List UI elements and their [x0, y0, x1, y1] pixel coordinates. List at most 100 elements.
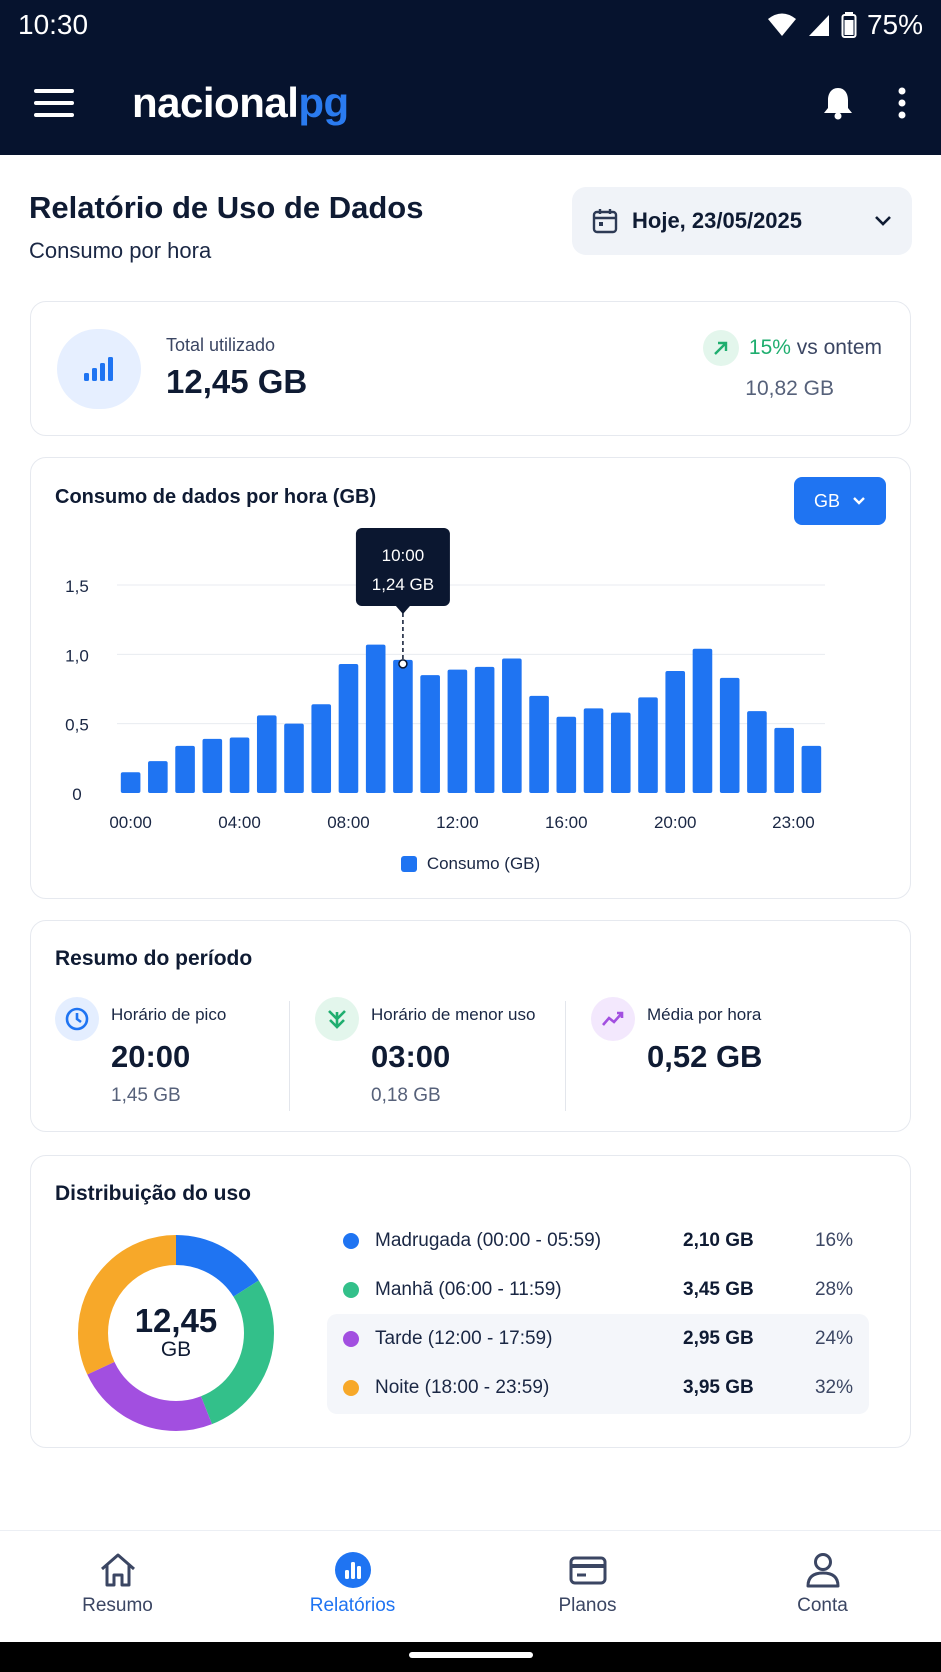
more-vert-icon[interactable]: [897, 87, 907, 119]
period-summary-card: Resumo do período Horário de pico 20:00 …: [30, 920, 911, 1132]
chart-bar[interactable]: [747, 711, 767, 793]
chart-bar[interactable]: [665, 670, 686, 793]
home-gesture-handle[interactable]: [409, 1652, 533, 1658]
period-percent: 32%: [814, 1376, 853, 1398]
low-hour-value: 03:00: [371, 1039, 451, 1074]
y-tick-label: 0: [72, 785, 81, 804]
chart-tooltip: [355, 528, 450, 606]
chart-bar[interactable]: [638, 697, 658, 793]
period-percent: 16%: [814, 1229, 853, 1251]
chart-bar[interactable]: [120, 772, 141, 793]
battery-icon: [841, 12, 857, 38]
summary-title: Resumo do período: [55, 947, 253, 970]
chart-bar[interactable]: [365, 644, 386, 793]
low-hour-stat: Horário de menor uso 03:00 0,18 GB: [315, 997, 565, 1107]
app-bar: nacionalpg: [0, 50, 941, 155]
chart-bar[interactable]: [284, 723, 304, 793]
card-icon: [569, 1556, 606, 1585]
tooltip-time: 10:00: [382, 546, 425, 565]
page-subtitle: Consumo por hora: [29, 238, 212, 263]
peak-hour-value: 20:00: [111, 1039, 191, 1074]
chart-bar[interactable]: [338, 664, 359, 793]
usage-distribution-card: Distribuição do uso 12,45 GB Madrugada (…: [30, 1155, 911, 1448]
home-icon: [100, 1553, 135, 1587]
nav-label: Conta: [797, 1595, 848, 1616]
period-gb: 3,45 GB: [683, 1278, 754, 1300]
nav-item-resumo[interactable]: Resumo: [0, 1531, 235, 1643]
list-item: Noite (18:00 - 23:59) 3,95 GB 32%: [327, 1363, 869, 1412]
legend-swatch: [400, 856, 417, 872]
low-hour-label: Horário de menor uso: [371, 1005, 536, 1024]
status-time: 10:30: [18, 9, 89, 40]
chart-bar[interactable]: [774, 727, 794, 793]
x-tick-label: 16:00: [545, 813, 588, 832]
nav-label: Planos: [558, 1595, 617, 1616]
chart-bar[interactable]: [556, 716, 577, 793]
chart-bar[interactable]: [610, 712, 631, 793]
total-label: Total utilizado: [166, 335, 276, 355]
chart-bar[interactable]: [801, 745, 822, 793]
chart-bar[interactable]: [502, 658, 522, 793]
calendar-icon: [592, 209, 618, 234]
period-name: Tarde (12:00 - 17:59): [375, 1327, 553, 1349]
nav-item-relatorios[interactable]: Relatórios: [235, 1531, 470, 1643]
date-selector[interactable]: Hoje, 23/05/2025: [572, 187, 912, 255]
trend-indicator: 15% vs ontem: [702, 330, 882, 366]
x-tick-label: 12:00: [436, 813, 479, 832]
trend-percent: 15%: [748, 336, 791, 359]
bell-icon[interactable]: [823, 86, 853, 120]
nav-item-planos[interactable]: Planos: [470, 1531, 705, 1643]
chart-bar[interactable]: [474, 666, 495, 793]
period-gb: 2,95 GB: [683, 1327, 754, 1349]
chart-bar[interactable]: [447, 669, 468, 793]
chart-bar[interactable]: [583, 708, 604, 793]
nav-label: Relatórios: [309, 1595, 396, 1616]
y-tick-label: 1,5: [65, 577, 89, 596]
period-percent: 24%: [814, 1327, 853, 1349]
low-hour-sub: 0,18 GB: [371, 1085, 441, 1106]
donut-center-unit: GB: [160, 1338, 192, 1362]
chart-bar[interactable]: [719, 677, 740, 793]
x-tick-label: 04:00: [218, 813, 261, 832]
chart-bar[interactable]: [175, 745, 195, 793]
hourly-average-label: Média por hora: [647, 1005, 762, 1024]
chart-bar[interactable]: [202, 738, 223, 793]
y-tick-label: 0,5: [65, 716, 89, 735]
unit-selector-label: GB: [813, 490, 840, 511]
hourly-chart-card: 0 0,5 1,0 1,5 00:00 04:00 08:00 12:00 16:00 20:00…: [30, 457, 911, 899]
donut-center-value: 12,45: [134, 1301, 218, 1339]
legend-dot: [343, 1330, 359, 1347]
tooltip-arrow: [395, 606, 410, 614]
chevron-down-icon: [875, 216, 891, 226]
unit-selector-button[interactable]: GB: [794, 477, 886, 525]
period-name: Madrugada (00:00 - 05:59): [375, 1229, 602, 1251]
system-navigation-bar: [0, 1642, 941, 1672]
chart-bar[interactable]: [229, 737, 250, 793]
hourly-average-stat: Média por hora 0,52 GB: [591, 997, 871, 1107]
trend-line-icon: [591, 997, 635, 1041]
divider: [565, 1001, 566, 1111]
period-name: Noite (18:00 - 23:59): [375, 1376, 550, 1398]
chart-bar[interactable]: [311, 704, 332, 793]
nav-item-conta[interactable]: Conta: [705, 1531, 940, 1643]
trend-up-icon: [702, 330, 739, 366]
period-gb: 3,95 GB: [683, 1376, 754, 1398]
chart-bar[interactable]: [256, 715, 277, 793]
page-title: Relatório de Uso de Dados: [29, 190, 424, 225]
chart-bar[interactable]: [420, 675, 440, 793]
chart-bar[interactable]: [393, 659, 413, 793]
clock-icon: [55, 997, 99, 1041]
peak-hour-label: Horário de pico: [111, 1005, 227, 1024]
period-name: Manhã (06:00 - 11:59): [375, 1278, 562, 1300]
divider: [289, 1001, 290, 1111]
x-tick-label: 20:00: [654, 813, 697, 832]
period-percent: 28%: [814, 1278, 853, 1300]
chart-bar[interactable]: [529, 695, 549, 793]
legend-dot: [343, 1232, 359, 1249]
chart-bar[interactable]: [148, 761, 168, 793]
chart-bar[interactable]: [692, 648, 713, 793]
menu-icon[interactable]: [34, 88, 74, 117]
legend-label: Consumo (GB): [426, 854, 541, 873]
legend-dot: [343, 1379, 359, 1396]
reports-icon: [334, 1552, 371, 1588]
